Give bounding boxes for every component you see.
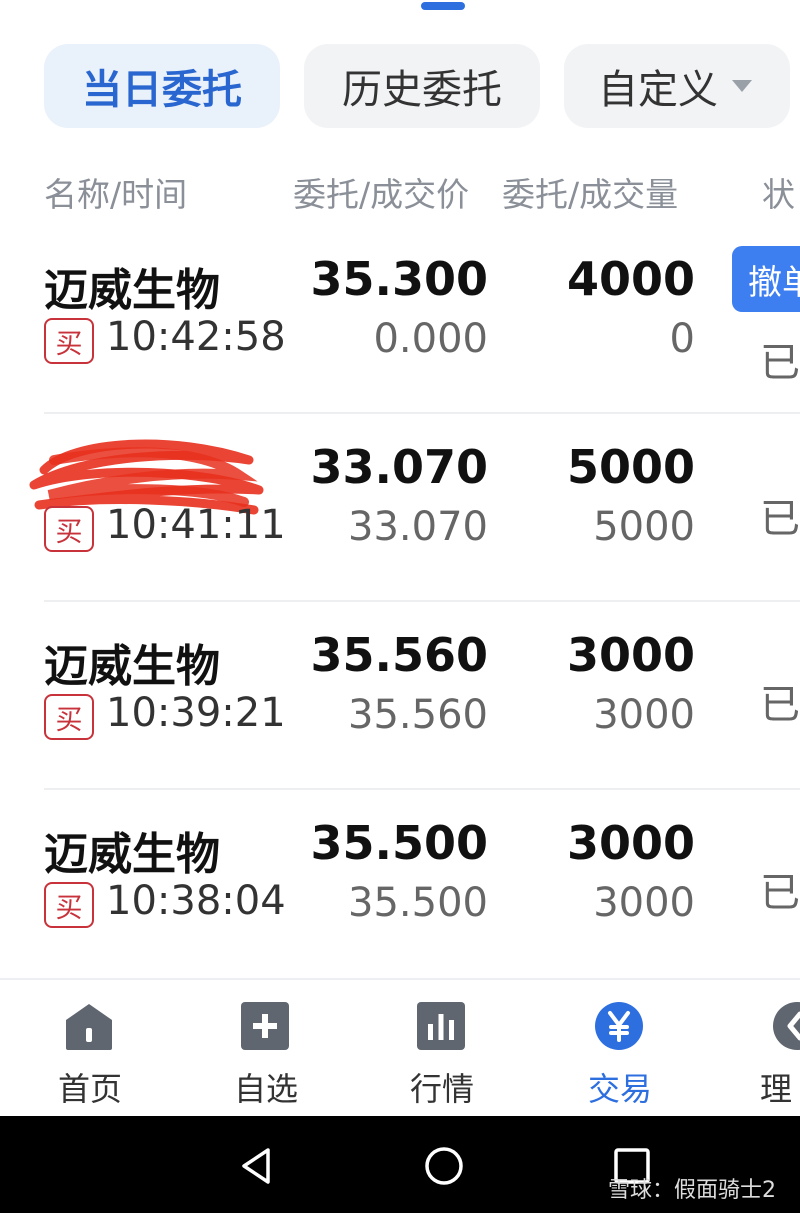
plus-square-icon <box>241 1002 289 1050</box>
order-status: 已 <box>760 870 800 916</box>
stock-name: 迈威生物 <box>44 265 220 316</box>
home-circle-icon[interactable] <box>422 1144 466 1188</box>
nav-market-label: 行情 <box>409 1070 474 1108</box>
order-price: 35.500 <box>310 816 488 870</box>
nav-wealth[interactable]: 理 <box>736 980 800 1118</box>
column-header-price: 委托/成交价 <box>293 175 470 214</box>
nav-trade-label: 交易 <box>587 1070 652 1108</box>
order-time: 10:42:58 <box>106 314 286 360</box>
top-drag-indicator <box>421 2 465 10</box>
order-time: 10:41:11 <box>106 502 286 548</box>
wealth-icon <box>773 1002 800 1050</box>
fill-qty: 3000 <box>593 692 695 738</box>
buy-badge: 买 <box>44 318 94 364</box>
order-price: 35.560 <box>310 628 488 682</box>
tab-history-orders[interactable]: 历史委托 <box>304 44 540 128</box>
back-triangle-icon[interactable] <box>234 1144 278 1188</box>
order-status: 已 <box>760 682 800 728</box>
bottom-nav: 首页 自选 行情 交易 理 <box>0 978 800 1116</box>
column-header-qty: 委托/成交量 <box>502 175 679 214</box>
nav-home[interactable]: 首页 <box>30 980 150 1118</box>
order-qty: 5000 <box>566 440 695 494</box>
buy-badge: 买 <box>44 506 94 552</box>
order-price: 35.300 <box>310 252 488 306</box>
nav-market[interactable]: 行情 <box>382 980 502 1118</box>
tab-today-orders[interactable]: 当日委托 <box>44 44 280 128</box>
buy-badge: 买 <box>44 694 94 740</box>
order-row[interactable]: 迈威生物 买 10:42:58 35.300 0.000 4000 0 撤单 已 <box>0 226 800 414</box>
nav-watchlist-label: 自选 <box>233 1070 298 1108</box>
buy-badge: 买 <box>44 882 94 928</box>
order-status: 已 <box>760 496 800 542</box>
system-nav-bar: 雪球：假面骑士2 <box>0 1116 800 1213</box>
column-header-status: 状 <box>762 175 795 214</box>
nav-watchlist[interactable]: 自选 <box>206 980 326 1118</box>
fill-price: 35.500 <box>348 880 488 926</box>
fill-qty: 5000 <box>593 504 695 550</box>
order-qty: 3000 <box>566 628 695 682</box>
fill-qty: 3000 <box>593 880 695 926</box>
order-row[interactable]: 迈威生物 买 10:38:04 35.500 35.500 3000 3000 … <box>0 790 800 978</box>
stock-name: 迈威生物 <box>44 829 220 880</box>
order-status: 已 <box>760 340 800 386</box>
chevron-down-icon <box>732 80 752 92</box>
nav-trade[interactable]: 交易 <box>560 980 680 1118</box>
order-qty: 3000 <box>566 816 695 870</box>
tab-custom[interactable]: 自定义 <box>564 44 790 128</box>
watermark: 雪球：假面骑士2 <box>608 1178 776 1203</box>
nav-wealth-label: 理 <box>760 1070 793 1108</box>
order-row[interactable]: 迈威生物 买 10:39:21 35.560 35.560 3000 3000 … <box>0 602 800 790</box>
home-icon <box>66 1004 112 1050</box>
fill-qty: 0 <box>669 316 695 362</box>
order-time: 10:39:21 <box>106 690 286 736</box>
stock-name: 迈威生物 <box>44 641 220 692</box>
cancel-order-button[interactable]: 撤单 <box>732 246 800 312</box>
order-tabs: 当日委托 历史委托 自定义 <box>44 44 800 128</box>
order-qty: 4000 <box>566 252 695 306</box>
fill-price: 35.560 <box>348 692 488 738</box>
fill-price: 33.070 <box>348 504 488 550</box>
order-row[interactable]: 买 10:41:11 33.070 33.070 5000 5000 已 <box>0 414 800 602</box>
order-time: 10:38:04 <box>106 878 286 924</box>
column-header-name-time: 名称/时间 <box>44 175 188 214</box>
bar-chart-icon <box>417 1002 465 1050</box>
order-price: 33.070 <box>310 440 488 494</box>
tab-custom-label: 自定义 <box>598 67 718 113</box>
nav-home-label: 首页 <box>57 1070 122 1108</box>
fill-price: 0.000 <box>373 316 488 362</box>
yen-circle-icon <box>595 1002 643 1050</box>
